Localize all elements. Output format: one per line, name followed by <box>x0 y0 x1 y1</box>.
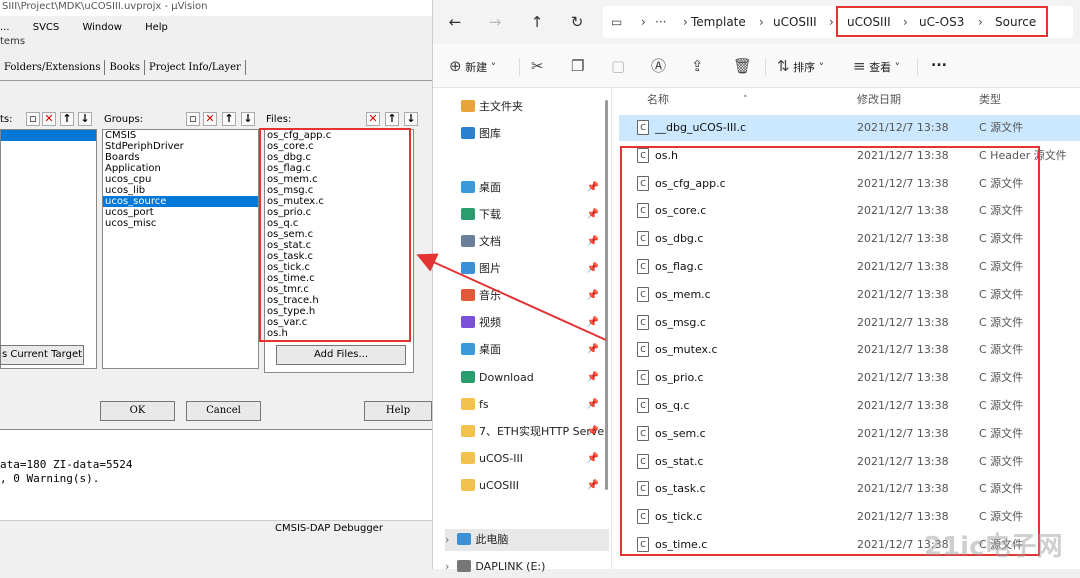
annotation-arrow <box>416 253 607 341</box>
arrow-line <box>416 253 607 341</box>
watermark: 21ic电子网 <box>924 532 1063 562</box>
